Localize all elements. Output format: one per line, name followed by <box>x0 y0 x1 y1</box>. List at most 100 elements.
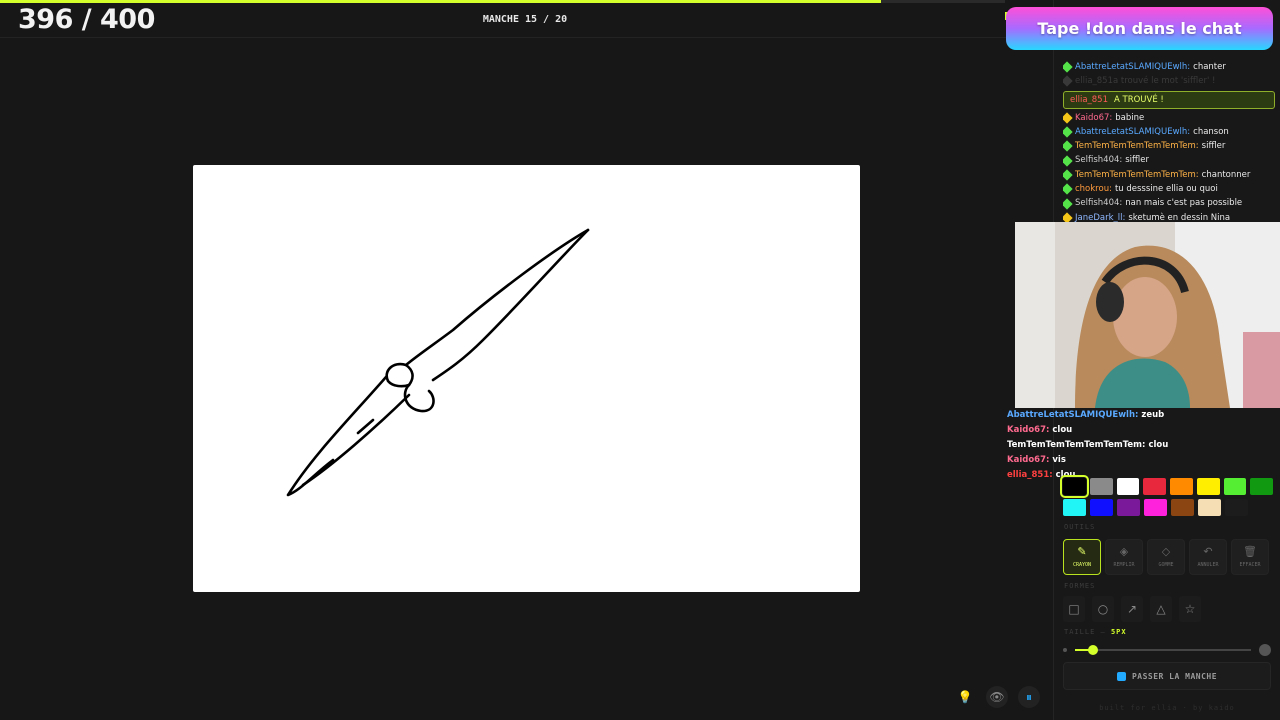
eye-icon[interactable]: 👁 <box>986 686 1008 708</box>
skip-icon <box>1116 671 1126 681</box>
chat-username: chokrou: <box>1075 184 1112 195</box>
tool-label: ANNULER <box>1197 562 1219 568</box>
slider-knob[interactable] <box>1088 645 1098 655</box>
overlay-chat-text: clou <box>1148 440 1169 450</box>
tool-label: GOMME <box>1158 562 1174 568</box>
tool-remplir-button[interactable]: ◈ REMPLIR <box>1105 539 1143 575</box>
chat-username: Kaido67: <box>1075 112 1113 123</box>
color-swatch[interactable] <box>1116 478 1140 495</box>
chat-message: Kaido67: babine <box>1063 111 1275 125</box>
slider-min-dot <box>1063 648 1067 652</box>
tool-icon: ↶ <box>1203 545 1213 558</box>
color-swatch[interactable] <box>1143 478 1166 495</box>
chat-text: nan mais c'est pas possible <box>1125 198 1243 209</box>
badge-icon <box>1063 126 1073 138</box>
color-swatch[interactable] <box>1090 499 1113 516</box>
skip-label: PASSER LA MANCHE <box>1131 671 1218 681</box>
brush-size-slider[interactable] <box>1063 643 1273 657</box>
rectangle-icon[interactable]: □ <box>1063 596 1085 622</box>
tool-label: EFFACER <box>1239 562 1261 568</box>
chat-username: Selfish404: <box>1075 155 1123 166</box>
tool-gomme-button[interactable]: ◇ GOMME <box>1147 539 1185 575</box>
chat-message: AbattreLetatSLAMIQUEwlh: chanter <box>1063 60 1275 74</box>
chat-message: Selfish404: nan mais c'est pas possible <box>1063 196 1275 210</box>
badge-icon <box>1063 75 1073 88</box>
color-swatch[interactable] <box>1144 499 1167 516</box>
color-swatch[interactable] <box>1060 475 1089 498</box>
webcam-feed <box>1015 222 1280 408</box>
chat-text: babine <box>1115 112 1145 123</box>
chat-username: TemTemTemTemTemTemTem: <box>1075 141 1199 152</box>
chat-message: chokrou: tu desssine ellia ou quoi <box>1063 182 1275 196</box>
chat-username: TemTemTemTemTemTemTem: <box>1075 169 1199 180</box>
round-indicator: MANCHE 15 / 20 <box>482 14 568 25</box>
color-swatch[interactable] <box>1198 499 1221 516</box>
overlay-chat-message: AbattreLetatSLAMIQUEwlh: zeub <box>1007 408 1217 423</box>
tool-bar: ✎ CRAYON ◈ REMPLIR ◇ GOMME ↶ ANNULER 🗑 EFFACER <box>1063 539 1269 575</box>
badge-icon <box>1063 154 1073 167</box>
arrow-icon[interactable]: ↗ <box>1121 596 1143 622</box>
drawing-strokes <box>286 228 590 497</box>
tool-label: CRAYON <box>1072 562 1092 568</box>
color-row <box>1063 499 1273 516</box>
overlay-chat-username: Kaido67: <box>1007 425 1050 435</box>
badge-icon <box>1063 112 1073 124</box>
badge-icon <box>1063 169 1073 181</box>
color-swatch[interactable] <box>1089 478 1113 495</box>
skip-round-button[interactable]: PASSER LA MANCHE <box>1063 662 1271 690</box>
hint-bulb-icon[interactable]: 💡 <box>954 686 976 708</box>
tools-section-label: OUTILS <box>1064 523 1096 531</box>
tool-icon: ◈ <box>1119 545 1129 558</box>
donation-banner: Tape !don dans le chat <box>1006 7 1273 50</box>
chat-username: ellia_851a trouvé le mot 'siffler' ! <box>1075 76 1216 87</box>
star-icon[interactable]: ☆ <box>1179 596 1201 622</box>
overlay-chat-message: Kaido67: clou <box>1007 423 1217 438</box>
color-swatch[interactable] <box>1225 499 1248 516</box>
chat-text: chantonner <box>1201 169 1251 180</box>
tool-label: REMPLIR <box>1113 562 1135 568</box>
badge-icon <box>1063 140 1073 152</box>
chat-message: TemTemTemTemTemTemTem: siffler <box>1063 139 1275 153</box>
tool-annuler-button[interactable]: ↶ ANNULER <box>1189 539 1227 575</box>
overlay-chat-text: clou <box>1052 425 1073 435</box>
color-swatch[interactable] <box>1196 478 1220 495</box>
badge-icon <box>1063 197 1073 210</box>
chat-message: Selfish404: siffler <box>1063 153 1275 167</box>
color-swatch[interactable] <box>1223 478 1247 495</box>
drawing-canvas[interactable] <box>193 165 860 592</box>
ellipse-icon[interactable]: ○ <box>1092 596 1114 622</box>
overlay-chat-username: TemTemTemTemTemTemTem: <box>1007 440 1146 450</box>
chat-text: tu desssine ellia ou quoi <box>1114 184 1218 195</box>
chat-list: AbattreLetatSLAMIQUEwlh: chanter ellia_851… <box>1063 60 1275 225</box>
size-value: 5PX <box>1110 628 1127 636</box>
overlay-chat-username: ellia_851: <box>1007 470 1053 480</box>
canvas-controls: 💡 👁 ⏸ <box>954 686 1040 708</box>
chat-message: TemTemTemTemTemTemTem: chantonner <box>1063 168 1275 182</box>
round-progress-track <box>0 0 1005 3</box>
color-swatch[interactable] <box>1171 499 1194 516</box>
tool-crayon-button[interactable]: ✎ CRAYON <box>1063 539 1101 575</box>
color-row <box>1060 475 1273 498</box>
color-palette <box>1060 475 1273 520</box>
slider-max-dot <box>1259 644 1271 656</box>
color-swatch[interactable] <box>1250 478 1273 495</box>
round-progress-fill <box>0 0 881 3</box>
color-swatch[interactable] <box>1117 499 1140 516</box>
chat-username: AbattreLetatSLAMIQUEwlh: <box>1075 126 1191 137</box>
color-swatch[interactable] <box>1063 499 1086 516</box>
tool-effacer-button[interactable]: 🗑 EFFACER <box>1231 539 1269 575</box>
found-notice: ellia_851 A TROUVÉ ! <box>1063 90 1275 109</box>
size-label: TAILLE — 5PX <box>1064 628 1127 636</box>
overlay-chat-text: zeub <box>1141 410 1165 420</box>
pause-icon[interactable]: ⏸ <box>1018 686 1040 708</box>
found-text: A TROUVÉ ! <box>1114 94 1164 105</box>
chat-message: AbattreLetatSLAMIQUEwlh: chanson <box>1063 125 1275 139</box>
size-label-text: TAILLE — <box>1064 628 1106 636</box>
badge-icon <box>1063 61 1073 73</box>
slider-track <box>1075 649 1251 651</box>
overlay-chat-text: vis <box>1052 455 1066 465</box>
header-divider <box>0 37 1053 38</box>
color-swatch[interactable] <box>1170 478 1193 495</box>
triangle-icon[interactable]: △ <box>1150 596 1172 622</box>
overlay-chat-message: TemTemTemTemTemTemTem: clou <box>1007 438 1217 453</box>
